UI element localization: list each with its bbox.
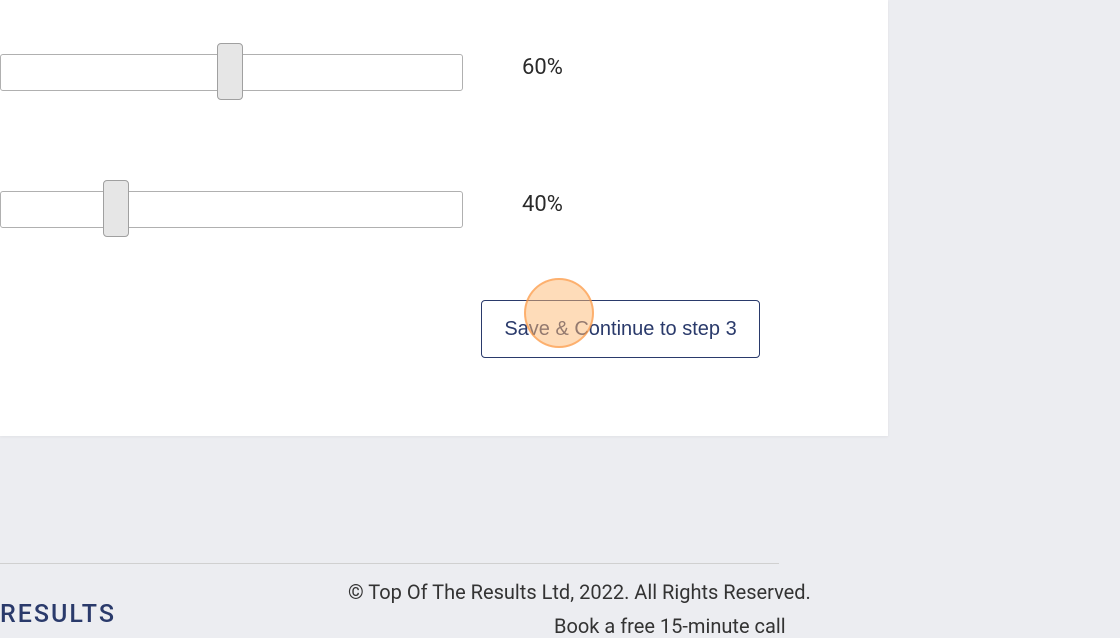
footer-cta-link[interactable]: Book a free 15-minute call [554, 614, 786, 638]
slider-thumb-1[interactable] [217, 43, 243, 100]
footer-divider [0, 563, 779, 564]
results-logo: RESULTS [0, 600, 116, 629]
slider-value-2: 40% [522, 192, 563, 217]
footer-copyright: © Top Of The Results Ltd, 2022. All Righ… [348, 580, 811, 604]
save-continue-label: Save & Continue to step 3 [504, 318, 736, 341]
slider-track-2[interactable] [0, 191, 463, 228]
slider-thumb-2[interactable] [103, 180, 129, 237]
slider-value-1: 60% [522, 55, 563, 80]
save-continue-button[interactable]: Save & Continue to step 3 [481, 300, 760, 358]
content-card: 60% 40% Save & Continue to step 3 [0, 0, 888, 436]
